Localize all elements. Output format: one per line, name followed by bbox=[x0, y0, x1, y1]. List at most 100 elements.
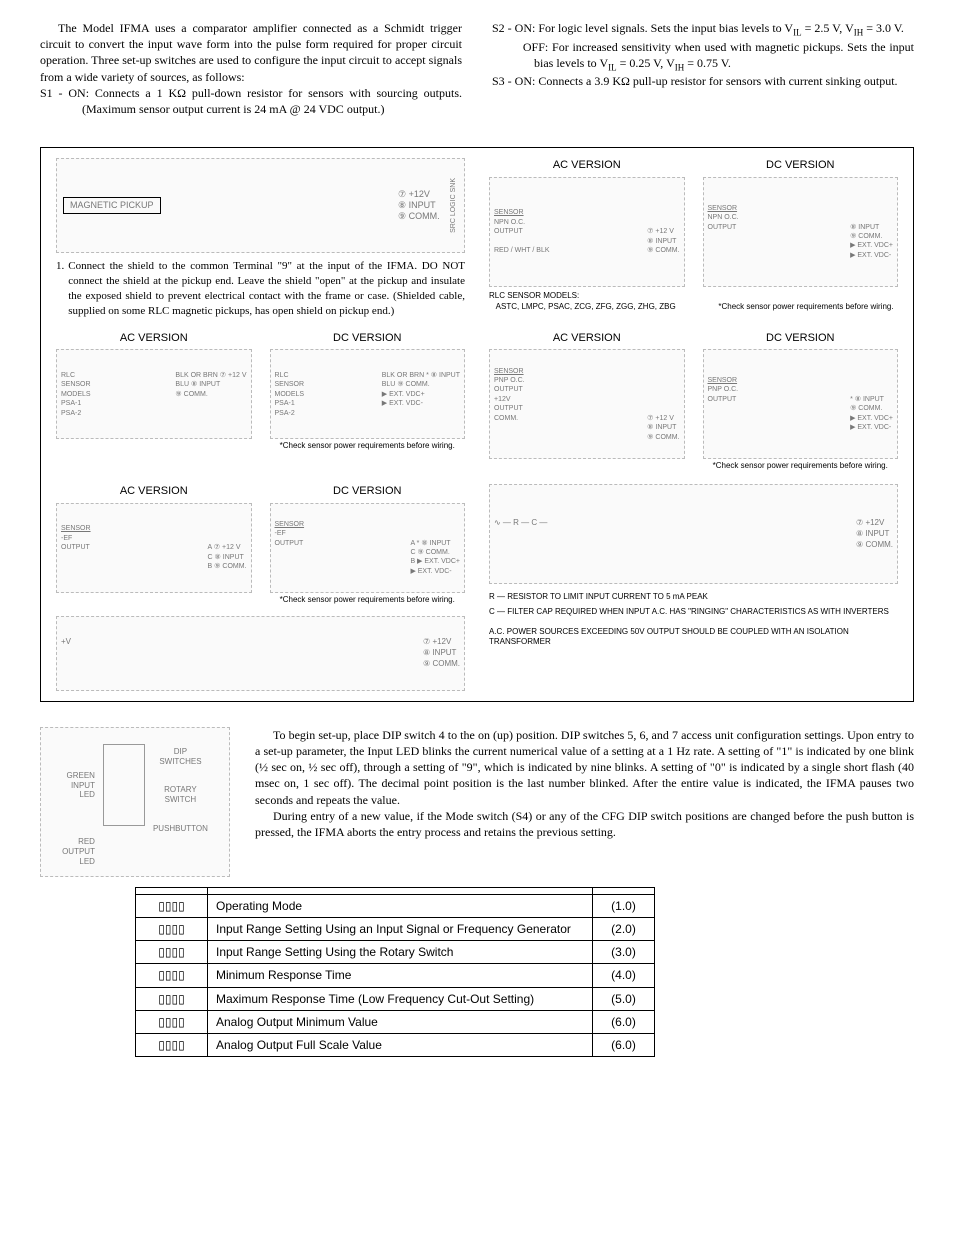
s2-off-line: OFF: For increased sensitivity when used… bbox=[492, 39, 914, 74]
dc-label-psa: DC VERSION bbox=[270, 331, 466, 346]
s1-line: S1 - ON: Connects a 1 KΩ pull-down resis… bbox=[40, 85, 462, 117]
psa-models: RLC SENSOR MODELS PSA-1 PSA-2 bbox=[61, 371, 91, 418]
ac-label-pnp: AC VERSION bbox=[489, 331, 685, 346]
dip-icon: ▯▯▯▯ bbox=[136, 1010, 208, 1033]
row-desc: Input Range Setting Using an Input Signa… bbox=[208, 917, 593, 940]
row-desc: Analog Output Minimum Value bbox=[208, 1010, 593, 1033]
wiring-diagrams-box: MAGNETIC PICKUP ⑦ +12V ⑧ INPUT ⑨ COMM. S… bbox=[40, 147, 914, 702]
dip-icon: ▯▯▯▯ bbox=[136, 964, 208, 987]
green-led-label: GREEN INPUT LED bbox=[62, 771, 95, 800]
row-sec: (3.0) bbox=[593, 941, 655, 964]
s2-on-line: S2 - ON: For logic level signals. Sets t… bbox=[492, 20, 914, 39]
cell-ef-output: AC VERSION SENSOR -EF OUTPUT A ⑦ +12 V C… bbox=[56, 484, 465, 691]
red-led-label: RED OUTPUT LED bbox=[62, 837, 95, 866]
c-note: C — FILTER CAP REQUIRED WHEN INPUT A.C. … bbox=[489, 607, 898, 617]
table-row: ▯▯▯▯ Maximum Response Time (Low Frequenc… bbox=[136, 987, 655, 1010]
note1-text: Connect the shield to the common Termina… bbox=[68, 259, 465, 318]
diagram-ttl-gate: +V ⑦ +12V ⑧ INPUT ⑨ COMM. bbox=[56, 616, 465, 691]
row-sec: (4.0) bbox=[593, 964, 655, 987]
table-row: ▯▯▯▯ Minimum Response Time (4.0) bbox=[136, 964, 655, 987]
row-sec: (6.0) bbox=[593, 1010, 655, 1033]
row-desc: Minimum Response Time bbox=[208, 964, 593, 987]
th-sec bbox=[593, 887, 655, 894]
dip-icon: ▯▯▯▯ bbox=[136, 894, 208, 917]
th-dip bbox=[136, 887, 208, 894]
rc-notes: R — RESISTOR TO LIMIT INPUT CURRENT TO 5… bbox=[489, 592, 898, 648]
magnetic-pickup-note: 1. Connect the shield to the common Term… bbox=[56, 259, 465, 318]
row-sec: (6.0) bbox=[593, 1033, 655, 1056]
dip-icon: ▯▯▯▯ bbox=[136, 941, 208, 964]
pnp-label: PNP O.C. OUTPUT bbox=[494, 377, 525, 393]
s2-text-a: For logic level signals. Sets the input … bbox=[538, 21, 793, 35]
diagram-npn-ac: SENSOR NPN O.C. OUTPUT ⑦ +12 V ⑧ INPUT ⑨… bbox=[489, 177, 685, 287]
th-desc bbox=[208, 887, 593, 894]
diagram-ac-source: ∿ — R — C — ⑦ +12V ⑧ INPUT ⑨ COMM. bbox=[489, 484, 898, 584]
s2-text-c: = 3.0 V. bbox=[863, 21, 904, 35]
ac-power-note: A.C. POWER SOURCES EXCEEDING 50V OUTPUT … bbox=[489, 627, 898, 648]
plus-v-label: +V bbox=[61, 637, 71, 646]
diagram-ef-dc: SENSOR -EF OUTPUT A * ⑧ INPUT C ⑨ COMM. … bbox=[270, 503, 466, 593]
setup-section: GREEN INPUT LED DIP SWITCHES ROTARY SWIT… bbox=[40, 727, 914, 877]
rlc-models-line: RLC SENSOR MODELS: ASTC, LMPC, PSAC, ZCG… bbox=[489, 291, 898, 313]
s2-off-text-c: = 0.75 V. bbox=[684, 56, 731, 70]
cell-ac-source: ∿ — R — C — ⑦ +12V ⑧ INPUT ⑨ COMM. R — R… bbox=[489, 484, 898, 691]
term8-label: INPUT bbox=[409, 200, 436, 210]
diagram-magnetic-pickup: MAGNETIC PICKUP ⑦ +12V ⑧ INPUT ⑨ COMM. S… bbox=[56, 158, 465, 253]
row-desc: Analog Output Full Scale Value bbox=[208, 1033, 593, 1056]
row-sec: (2.0) bbox=[593, 917, 655, 940]
diagram-ef-ac: SENSOR -EF OUTPUT A ⑦ +12 V C ⑧ INPUT B … bbox=[56, 503, 252, 593]
diagram-module-switches: GREEN INPUT LED DIP SWITCHES ROTARY SWIT… bbox=[40, 727, 230, 877]
term9-label: COMM. bbox=[409, 211, 440, 221]
ac-label-npn: AC VERSION bbox=[489, 158, 685, 173]
npn-label: NPN O.C. OUTPUT bbox=[494, 219, 525, 235]
diagram-npn-dc: SENSOR NPN O.C. OUTPUT ⑧ INPUT ⑨ COMM. ▶… bbox=[703, 177, 899, 287]
s2-text-b: = 2.5 V, V bbox=[802, 21, 854, 35]
magnetic-pickup-label: MAGNETIC PICKUP bbox=[63, 197, 161, 214]
s3-text: Connects a 3.9 KΩ pull-up resistor for s… bbox=[538, 74, 897, 88]
pushbutton-label: PUSHBUTTON bbox=[153, 824, 208, 833]
intro-paragraph: The Model IFMA uses a comparator amplifi… bbox=[40, 20, 462, 85]
cell-psa: AC VERSION RLC SENSOR MODELS PSA-1 PSA-2… bbox=[56, 331, 465, 473]
setup-table: ▯▯▯▯ Operating Mode (1.0) ▯▯▯▯ Input Ran… bbox=[135, 887, 655, 1057]
r-note: R — RESISTOR TO LIMIT INPUT CURRENT TO 5… bbox=[489, 592, 898, 602]
rotary-switch-label: ROTARY SWITCH bbox=[164, 785, 197, 804]
cell-magnetic-pickup: MAGNETIC PICKUP ⑦ +12V ⑧ INPUT ⑨ COMM. S… bbox=[56, 158, 465, 318]
dc-label-pnp: DC VERSION bbox=[703, 331, 899, 346]
dip-icon: ▯▯▯▯ bbox=[136, 1033, 208, 1056]
dip-switches-label: DIP SWITCHES bbox=[159, 747, 201, 766]
s2-off-text-b: = 0.25 V, V bbox=[617, 56, 675, 70]
setup-p2: During entry of a new value, if the Mode… bbox=[255, 808, 914, 840]
row-sec: (5.0) bbox=[593, 987, 655, 1010]
term7-label: +12V bbox=[409, 189, 430, 199]
dc-label-ef: DC VERSION bbox=[270, 484, 466, 499]
note1-num: 1. bbox=[56, 259, 64, 318]
s1-text: Connects a 1 KΩ pull-down resistor for s… bbox=[82, 86, 462, 116]
intro-columns: The Model IFMA uses a comparator amplifi… bbox=[40, 20, 914, 117]
s2-off-label: OFF: bbox=[523, 40, 548, 54]
diagram-psa-ac: RLC SENSOR MODELS PSA-1 PSA-2 BLK OR BRN… bbox=[56, 349, 252, 439]
row-desc: Input Range Setting Using the Rotary Swi… bbox=[208, 941, 593, 964]
cell-npn-oc: AC VERSION SENSOR NPN O.C. OUTPUT ⑦ +12 … bbox=[489, 158, 898, 318]
diagram-pnp-dc: SENSOR PNP O.C. OUTPUT * ⑧ INPUT ⑨ COMM.… bbox=[703, 349, 899, 459]
ac-label-psa: AC VERSION bbox=[56, 331, 252, 346]
setup-p1: To begin set-up, place DIP switch 4 to t… bbox=[255, 727, 914, 808]
ac-label-ef: AC VERSION bbox=[56, 484, 252, 499]
row-desc: Operating Mode bbox=[208, 894, 593, 917]
s1-label: S1 - ON: bbox=[40, 86, 89, 100]
cell-pnp-oc: AC VERSION SENSOR PNP O.C. OUTPUT +12V O… bbox=[489, 331, 898, 473]
diagram-pnp-ac: SENSOR PNP O.C. OUTPUT +12V OUTPUT COMM.… bbox=[489, 349, 685, 459]
table-row: ▯▯▯▯ Analog Output Minimum Value (6.0) bbox=[136, 1010, 655, 1033]
dc-label-npn: DC VERSION bbox=[703, 158, 899, 173]
row-sec: (1.0) bbox=[593, 894, 655, 917]
s3-line: S3 - ON: Connects a 3.9 KΩ pull-up resis… bbox=[492, 73, 914, 89]
table-row: ▯▯▯▯ Analog Output Full Scale Value (6.0… bbox=[136, 1033, 655, 1056]
ef-label: -EF OUTPUT bbox=[61, 535, 90, 551]
dip-icon: ▯▯▯▯ bbox=[136, 987, 208, 1010]
table-row: ▯▯▯▯ Input Range Setting Using the Rotar… bbox=[136, 941, 655, 964]
row-desc: Maximum Response Time (Low Frequency Cut… bbox=[208, 987, 593, 1010]
table-row: ▯▯▯▯ Input Range Setting Using an Input … bbox=[136, 917, 655, 940]
table-row: ▯▯▯▯ Operating Mode (1.0) bbox=[136, 894, 655, 917]
diagram-psa-dc: RLC SENSOR MODELS PSA-1 PSA-2 BLK OR BRN… bbox=[270, 349, 466, 439]
dip-icon: ▯▯▯▯ bbox=[136, 917, 208, 940]
s3-label: S3 - ON: bbox=[492, 74, 535, 88]
